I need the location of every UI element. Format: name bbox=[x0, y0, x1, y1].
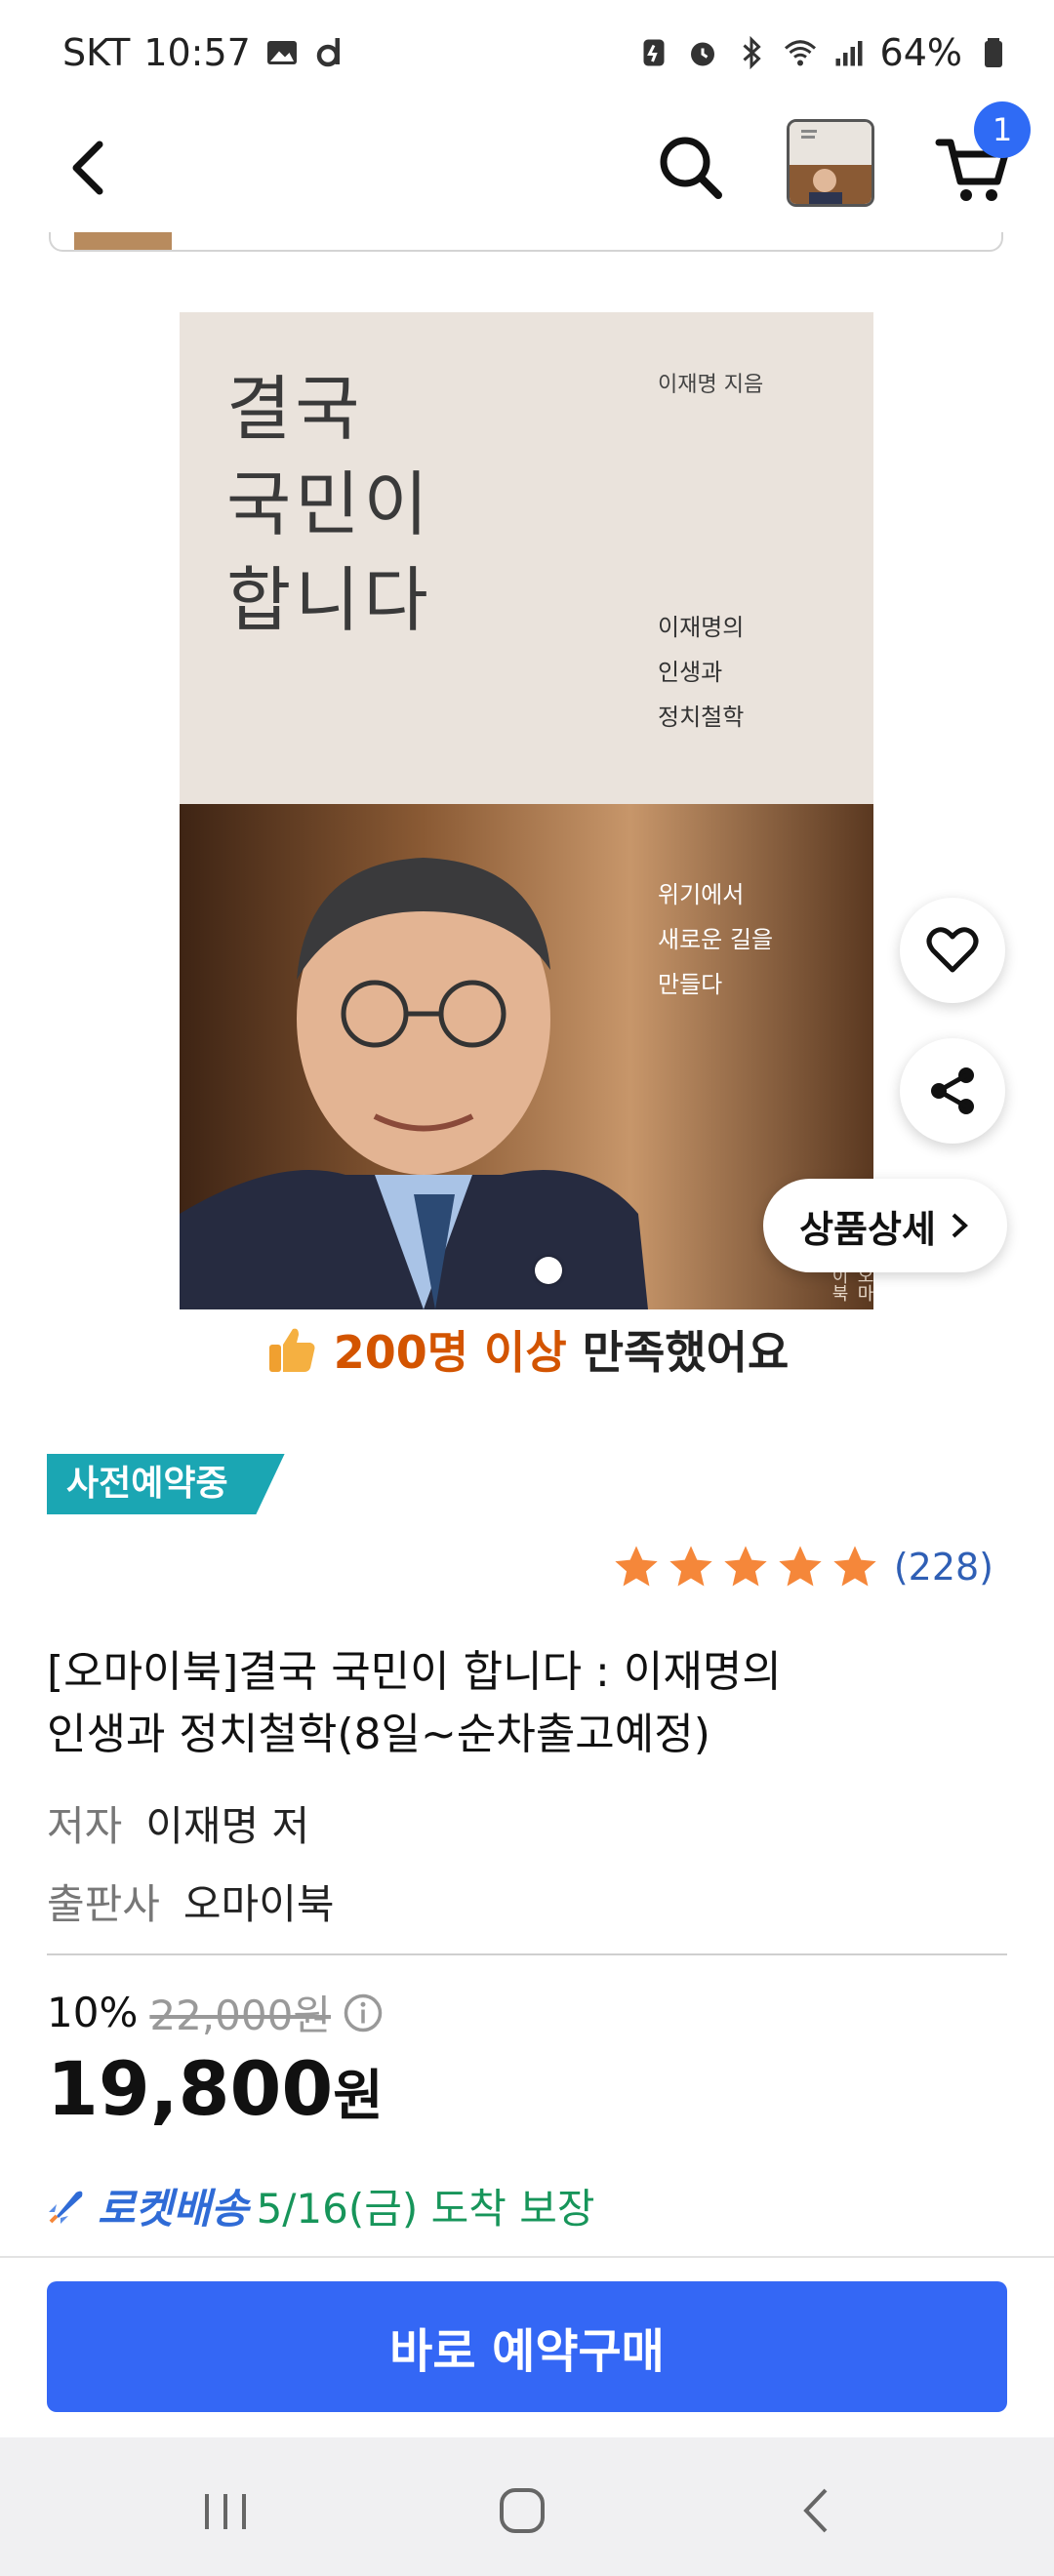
home-icon[interactable] bbox=[488, 2476, 556, 2545]
author-row: 저자 이재명 저 bbox=[47, 1793, 309, 1853]
cover-subtitle-line: 인생과 bbox=[658, 659, 723, 686]
cover-subtitle: 이재명의 인생과 정치철학 bbox=[658, 605, 744, 740]
sale-price-unit: 원 bbox=[333, 2065, 384, 2128]
star-icon bbox=[615, 1546, 658, 1587]
app-header bbox=[0, 107, 1054, 234]
status-right: 64% bbox=[636, 31, 1011, 74]
book-cover-image[interactable]: 결국 국민이 합니다 이재명 지음 이재명의 인생과 정치철학 위기에서 새로운… bbox=[180, 312, 873, 1309]
publisher-value[interactable]: 오마이북 bbox=[183, 1872, 335, 1931]
cover-author: 이재명 지음 bbox=[658, 373, 764, 397]
cover-subtitle-line: 정치철학 bbox=[658, 704, 745, 731]
cover-tagline-line: 새로운 길을 bbox=[658, 926, 774, 953]
buy-now-button[interactable]: 바로 예약구매 bbox=[47, 2281, 1007, 2412]
previous-section-image bbox=[74, 232, 172, 250]
battery-icon bbox=[985, 38, 1002, 67]
signal-icon bbox=[835, 41, 863, 66]
product-title-line: 인생과 정치철학(8일~순차출고예정) bbox=[47, 1710, 710, 1759]
cover-subtitle-line: 이재명의 bbox=[658, 614, 745, 641]
wifi-icon bbox=[784, 40, 816, 66]
chevron-right-icon bbox=[952, 1213, 968, 1238]
system-navigation-bar bbox=[0, 2437, 1054, 2576]
cover-title-line: 국민이 bbox=[226, 463, 432, 545]
product-title: [오마이북]결국 국민이 합니다 : 이재명의 인생과 정치철학(8일~순차출고… bbox=[47, 1641, 984, 1766]
gallery-icon bbox=[266, 41, 297, 64]
satisfaction-highlight: 200명 이상 bbox=[333, 1326, 567, 1379]
info-icon[interactable] bbox=[343, 1992, 384, 2033]
share-button[interactable] bbox=[900, 1038, 1005, 1144]
cover-tagline: 위기에서 새로운 길을 만들다 bbox=[658, 872, 773, 1007]
battery-percent: 64% bbox=[879, 31, 962, 74]
thumbs-up-icon bbox=[268, 1328, 315, 1372]
recent-product-thumbnail[interactable] bbox=[787, 119, 874, 207]
star-icon bbox=[669, 1546, 712, 1587]
previous-section-edge bbox=[49, 232, 1003, 252]
share-icon bbox=[931, 1067, 974, 1114]
rocket-icon bbox=[49, 2191, 83, 2224]
cover-tagline-line: 만들다 bbox=[658, 971, 723, 998]
cover-title-line: 결국 bbox=[226, 368, 364, 450]
delivery-date: 5/16(금) 도착 보장 bbox=[256, 2185, 595, 2233]
original-price: 22,000원 bbox=[149, 1992, 331, 2039]
satisfaction-banner: 200명 이상 만족했어요 bbox=[0, 1317, 1054, 1382]
publisher-label: 출판사 bbox=[47, 1880, 160, 1928]
cover-publisher-mark: 오마이북 bbox=[829, 1267, 873, 1302]
d-app-icon bbox=[316, 38, 340, 67]
publisher-row: 출판사 오마이북 bbox=[47, 1872, 334, 1931]
discount-rate: 10% bbox=[47, 1989, 139, 2036]
preorder-badge: 사전예약중 bbox=[47, 1454, 285, 1514]
product-detail-label: 상품상세 bbox=[799, 1207, 936, 1251]
cover-title: 결국 국민이 합니다 bbox=[226, 361, 432, 648]
discount-row: 10% 22,000원 bbox=[47, 1983, 384, 2042]
carousel-indicator[interactable] bbox=[535, 1257, 562, 1284]
search-icon[interactable] bbox=[652, 129, 730, 207]
sale-price-number: 19,800 bbox=[47, 2045, 334, 2132]
carrier-label: SKT bbox=[62, 31, 131, 74]
clock: 10:57 bbox=[143, 31, 251, 74]
product-detail-button[interactable]: 상품상세 bbox=[763, 1179, 1007, 1272]
product-title-line: [오마이북]결국 국민이 합니다 : 이재명의 bbox=[47, 1647, 782, 1697]
battery-saver-icon bbox=[643, 39, 665, 66]
back-arrow-icon[interactable] bbox=[59, 129, 127, 207]
recent-apps-icon[interactable] bbox=[191, 2476, 260, 2545]
sale-price: 19,800원 bbox=[47, 2045, 384, 2132]
author-label: 저자 bbox=[47, 1802, 123, 1850]
section-divider bbox=[47, 1953, 1007, 1955]
delivery-info: 로켓배송 5/16(금) 도착 보장 bbox=[43, 2176, 595, 2235]
status-left: SKT 10:57 bbox=[62, 31, 348, 74]
cover-title-line: 합니다 bbox=[226, 559, 432, 641]
bluetooth-icon bbox=[743, 35, 761, 70]
rocket-delivery-label: 로켓배송 bbox=[98, 2185, 249, 2233]
book-thumbnail-image bbox=[790, 122, 872, 204]
satisfaction-text: 만족했어요 bbox=[582, 1326, 790, 1379]
star-icon bbox=[833, 1546, 876, 1587]
wishlist-button[interactable] bbox=[900, 898, 1005, 1003]
heart-icon bbox=[926, 927, 979, 973]
status-bar: SKT 10:57 64% bbox=[0, 0, 1054, 107]
cover-tagline-line: 위기에서 bbox=[658, 881, 745, 908]
rating-count[interactable]: (228) bbox=[894, 1546, 993, 1589]
author-value[interactable]: 이재명 저 bbox=[145, 1793, 309, 1853]
cart-count-badge: 1 bbox=[974, 101, 1031, 158]
nav-back-icon[interactable] bbox=[785, 2476, 853, 2545]
bottom-separator bbox=[0, 2256, 1054, 2258]
alarm-icon bbox=[690, 42, 714, 66]
star-icon bbox=[779, 1546, 822, 1587]
star-icon bbox=[724, 1546, 767, 1587]
rating-summary[interactable]: (228) bbox=[611, 1542, 993, 1592]
